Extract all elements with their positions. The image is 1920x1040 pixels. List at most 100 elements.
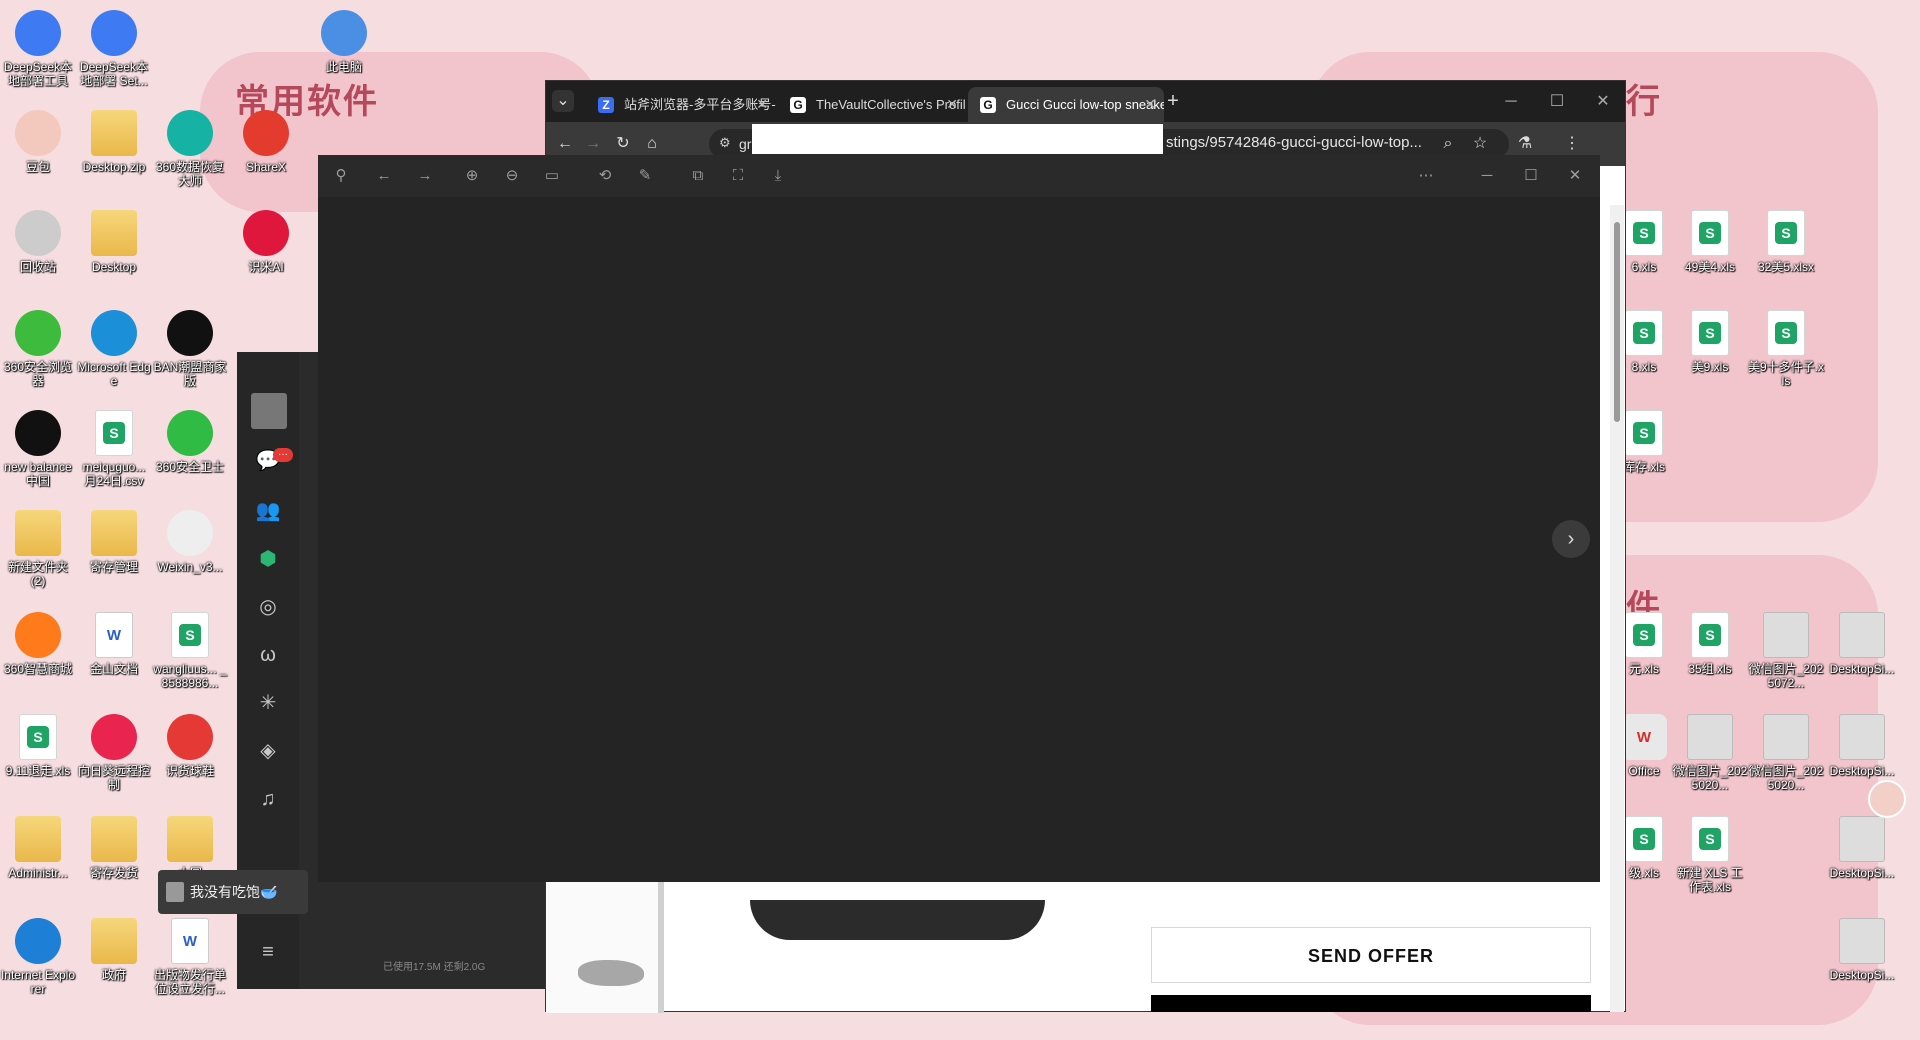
desktop-icon[interactable]: BAN潮盟商家版 [152, 310, 228, 388]
desktop-icon[interactable]: 微信图片_2025072... [1748, 612, 1824, 690]
favorites-cube-icon[interactable]: ⬢ [255, 546, 281, 572]
minimize-icon[interactable]: ─ [1488, 81, 1534, 122]
desktop-icon[interactable]: Microsoft Edge [76, 310, 152, 388]
labs-flask-icon[interactable]: ⚗ [1514, 133, 1536, 155]
desktop-icon[interactable]: 政府 [76, 918, 152, 982]
close-tab-icon[interactable]: ✕ [756, 87, 768, 122]
desktop-icon[interactable]: DeepSeek本地部署 Set... [76, 10, 152, 88]
desktop-icon-label: 此电脑 [325, 60, 362, 74]
desktop-icon[interactable]: ShareX [228, 110, 304, 174]
browser-menu-icon[interactable]: ⋮ [1561, 133, 1583, 155]
desktop-icon[interactable]: DesktopSi... [1824, 714, 1900, 778]
desktop-icon[interactable]: S 美9十多件子.xls [1748, 310, 1824, 388]
desktop-icon-label: 360安全浏览器 [3, 360, 73, 388]
next-image-button[interactable]: › [1552, 520, 1590, 558]
desktop-icon[interactable]: 微信图片_2025020... [1672, 714, 1748, 792]
desktop-icon[interactable]: 360智慧商城 [0, 612, 76, 676]
chat-avatar[interactable] [251, 393, 287, 429]
desktop-icon[interactable]: DeepSeek本地部署工具 [0, 10, 76, 88]
desktop-icon[interactable]: 360数据恢复大师 [152, 110, 228, 188]
rotate-icon[interactable]: ⟲ [594, 165, 616, 187]
desktop-icon[interactable]: W 出版物发行单位设立发行... [152, 918, 228, 996]
tab-gucci-sneakers[interactable]: G Gucci Gucci low-top sneakers ✕ [968, 87, 1164, 122]
viewer-maximize-icon[interactable]: ☐ [1520, 165, 1542, 187]
desktop-icon[interactable]: DesktopSi... [1824, 612, 1900, 676]
desktop-icon[interactable]: W 金山文档 [76, 612, 152, 676]
desktop-icon[interactable]: S 49美4.xls [1672, 210, 1748, 274]
menu-icon[interactable]: ≡ [255, 939, 281, 965]
desktop-icon[interactable]: Desktop [76, 210, 152, 274]
desktop-icon[interactable]: Internet Explorer [0, 918, 76, 996]
miniprogram-icon[interactable]: ◈ [255, 738, 281, 764]
more-options-icon[interactable]: ⋯ [1415, 165, 1437, 187]
contacts-icon[interactable]: 👥 [255, 498, 281, 524]
close-window-icon[interactable]: ✕ [1580, 81, 1626, 122]
zoom-out-icon[interactable]: ⊖ [501, 165, 523, 187]
music-icon[interactable]: ♫ [255, 786, 281, 812]
tab-list-dropdown-icon[interactable]: ⌄ [552, 90, 574, 112]
maximize-icon[interactable]: ☐ [1534, 81, 1580, 122]
desktop-icon[interactable]: S 35组.xls [1672, 612, 1748, 676]
desktop-icon[interactable]: S 32美5.xlsx [1748, 210, 1824, 274]
viewer-minimize-icon[interactable]: ─ [1476, 165, 1498, 187]
desktop-icon[interactable]: 豆包 [0, 110, 76, 174]
desktop-icon[interactable]: Desktop.zip [76, 110, 152, 174]
close-tab-icon[interactable]: ✕ [1144, 87, 1156, 122]
zoom-icon[interactable]: ⌕ [1437, 133, 1459, 155]
purchase-button[interactable] [1151, 995, 1591, 1012]
new-tab-button[interactable]: + [1162, 90, 1184, 112]
desktop-icon[interactable]: 新建文件夹 (2) [0, 510, 76, 588]
tab-zhanfu[interactable]: Z 站斧浏览器-多平台多账号-提速 ✕ [586, 87, 776, 122]
copy-icon[interactable]: ⧉ [687, 165, 709, 187]
screenshot-icon[interactable]: ⛶ [727, 165, 749, 187]
desktop-icon[interactable]: Smeiquguo... 月24日.csv [76, 410, 152, 488]
desktop-icon[interactable]: 识货球鞋 [152, 714, 228, 778]
desktop-icon[interactable]: S 美9.xls [1672, 310, 1748, 374]
sheet-icon: S [1691, 310, 1729, 356]
reload-icon[interactable]: ↻ [612, 133, 634, 155]
desktop-icon[interactable]: DesktopSi... [1824, 918, 1900, 982]
actual-size-icon[interactable]: ▭ [541, 165, 563, 187]
desktop-icon[interactable]: 此电脑 [306, 10, 382, 74]
edit-icon[interactable]: ✎ [634, 165, 656, 187]
desktop-icon[interactable]: Swangliuus... _8588986... [152, 612, 228, 690]
desktop-icon[interactable]: 寄存管理 [76, 510, 152, 574]
desktop-icon[interactable]: 360安全卫士 [152, 410, 228, 474]
desktop-icon[interactable]: 识米AI [228, 210, 304, 274]
bookmark-star-icon[interactable]: ☆ [1469, 133, 1491, 155]
site-settings-icon[interactable]: ⚙ [719, 135, 731, 151]
zip-folder-icon [91, 110, 137, 156]
close-tab-icon[interactable]: ✕ [946, 87, 958, 122]
page-scrollbar-thumb[interactable] [1614, 222, 1620, 422]
previous-icon[interactable]: ← [373, 165, 395, 187]
pin-icon[interactable]: ⚲ [330, 165, 352, 187]
page-url[interactable]: stings/95742846-gucci-gucci-low-top... [1166, 132, 1422, 154]
desktop-icon[interactable]: 微信图片_2025020... [1748, 714, 1824, 792]
forward-icon[interactable]: → [582, 133, 604, 155]
home-icon[interactable]: ⌂ [641, 133, 663, 155]
next-arrow-icon[interactable]: → [414, 165, 436, 187]
desktop-icon-label: 美9.xls [1691, 360, 1729, 374]
channels-icon[interactable]: ω [255, 642, 281, 668]
zoom-in-icon[interactable]: ⊕ [461, 165, 483, 187]
download-icon[interactable]: ⤓ [767, 165, 789, 187]
desktop-icon[interactable]: 寄存发货 [76, 816, 152, 880]
floating-avatar[interactable] [1868, 780, 1906, 818]
moments-icon[interactable]: ◎ [255, 594, 281, 620]
viewer-close-icon[interactable]: ✕ [1564, 165, 1586, 187]
tab-profile[interactable]: G TheVaultCollective's Profile | ✕ [778, 87, 966, 122]
sneaker-thumbnail[interactable] [578, 960, 644, 986]
desktop-icon[interactable]: DesktopSi... [1824, 816, 1900, 880]
desktop-icon[interactable]: 回收站 [0, 210, 76, 274]
send-offer-button[interactable]: SEND OFFER [1151, 927, 1591, 983]
desktop-icon[interactable]: S 9.11退走.xls [0, 714, 76, 778]
search-spark-icon[interactable]: ✳ [255, 690, 281, 716]
desktop-icon[interactable]: Weixin_v3... [152, 510, 228, 574]
desktop-icon[interactable]: new balance 中国 [0, 410, 76, 488]
desktop-icon[interactable]: S 新建 XLS 工作表.xls [1672, 816, 1748, 894]
desktop-icon[interactable]: Administr... [0, 816, 76, 880]
back-icon[interactable]: ← [554, 133, 576, 155]
desktop-icon[interactable]: 360安全浏览器 [0, 310, 76, 388]
desktop-icon[interactable]: 向日葵远程控制 [76, 714, 152, 792]
chat-message[interactable]: 我没有吃饱🥣 [158, 870, 308, 914]
